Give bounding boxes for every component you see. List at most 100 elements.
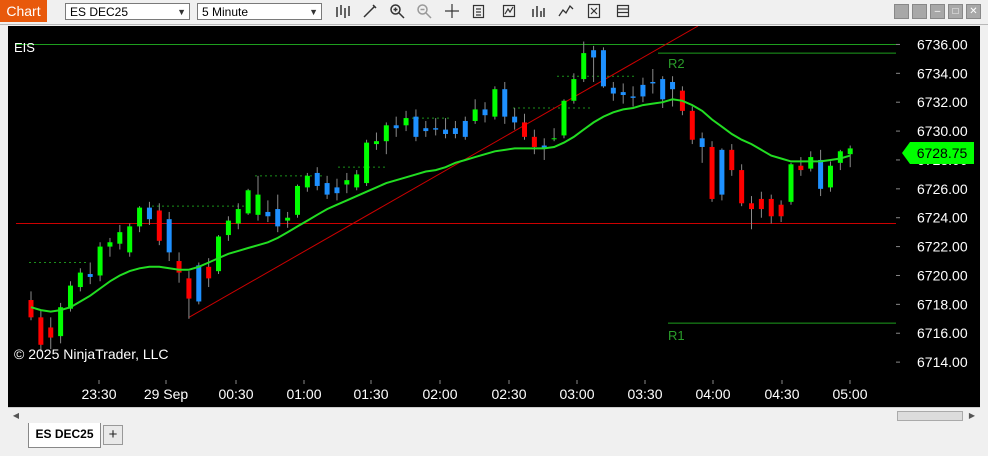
horizontal-scrollbar[interactable]: ◀ ▶ bbox=[8, 407, 980, 424]
instrument-tab-bar: ES DEC25 + bbox=[0, 423, 988, 456]
copyright-text: © 2025 NinjaTrader, LLC bbox=[14, 346, 169, 362]
x-tick-label: 23:30 bbox=[81, 386, 116, 402]
candle bbox=[48, 317, 54, 350]
y-tick-label: 6716.00 bbox=[917, 325, 968, 341]
data-box-icon[interactable] bbox=[470, 3, 488, 21]
candle bbox=[334, 178, 340, 201]
x-tick-label: 01:00 bbox=[286, 386, 321, 402]
candle bbox=[739, 164, 745, 207]
restore-icon[interactable] bbox=[912, 4, 927, 19]
candle bbox=[591, 45, 597, 82]
candle bbox=[324, 175, 330, 199]
candle bbox=[403, 110, 409, 132]
candle bbox=[77, 268, 83, 292]
strategies-icon[interactable] bbox=[529, 3, 547, 21]
candle bbox=[522, 113, 527, 140]
candle bbox=[512, 107, 518, 130]
candle bbox=[452, 120, 458, 139]
y-tick-label: 6732.00 bbox=[917, 94, 968, 110]
chevron-down-icon: ▼ bbox=[177, 7, 186, 17]
x-tick-label: 03:30 bbox=[627, 386, 662, 402]
title-bar: Chart ES DEC25 ▼ 5 Minute ▼ – □ ✕ bbox=[0, 0, 988, 25]
candle bbox=[393, 116, 399, 137]
candle bbox=[423, 120, 429, 137]
chart-panel[interactable]: R2R1 6736.006734.006732.006730.006728.00… bbox=[8, 26, 980, 407]
candle bbox=[117, 224, 123, 250]
candle bbox=[196, 262, 202, 305]
candle bbox=[758, 191, 764, 218]
candle bbox=[798, 157, 804, 176]
y-tick-label: 6722.00 bbox=[917, 239, 968, 255]
candle bbox=[186, 271, 192, 319]
maximize-icon[interactable]: □ bbox=[948, 4, 963, 19]
close-icon[interactable]: ✕ bbox=[966, 4, 981, 19]
candle bbox=[749, 196, 755, 230]
chevron-down-icon: ▼ bbox=[309, 7, 318, 17]
candle bbox=[600, 47, 606, 88]
bars-type-icon[interactable] bbox=[334, 3, 352, 21]
templates-icon[interactable] bbox=[614, 3, 632, 21]
scroll-left-icon[interactable]: ◀ bbox=[10, 410, 22, 422]
candle bbox=[225, 216, 231, 241]
candle bbox=[275, 194, 281, 233]
candle bbox=[107, 237, 113, 257]
price-chart[interactable]: R2R1 6736.006734.006732.006730.006728.00… bbox=[8, 26, 980, 407]
interval-selector[interactable]: 5 Minute ▼ bbox=[197, 3, 322, 20]
add-tab-button[interactable]: + bbox=[103, 425, 123, 445]
scroll-right-icon[interactable]: ▶ bbox=[966, 410, 978, 422]
candle bbox=[314, 167, 320, 191]
window-title[interactable]: Chart bbox=[0, 0, 47, 22]
candle bbox=[620, 83, 626, 104]
scrollbar-thumb[interactable] bbox=[897, 411, 963, 421]
candle bbox=[827, 161, 833, 192]
indicators-icon[interactable] bbox=[500, 3, 518, 21]
candle bbox=[87, 262, 93, 285]
candle bbox=[650, 68, 656, 94]
crosshair-icon[interactable] bbox=[443, 3, 461, 21]
candle bbox=[97, 242, 103, 282]
x-tick-label: 02:00 bbox=[422, 386, 457, 402]
x-tick-label: 04:00 bbox=[695, 386, 730, 402]
last-price-marker: 6728.75 bbox=[902, 142, 974, 164]
drawing-tools-icon[interactable] bbox=[557, 3, 575, 21]
candle bbox=[176, 252, 182, 283]
minimize-icon[interactable]: – bbox=[930, 4, 945, 19]
candle bbox=[670, 76, 676, 107]
y-tick-label: 6720.00 bbox=[917, 267, 968, 283]
y-tick-label: 6730.00 bbox=[917, 123, 968, 139]
candle bbox=[610, 81, 616, 101]
candle bbox=[729, 144, 735, 176]
x-tick-label: 05:00 bbox=[832, 386, 867, 402]
candle bbox=[383, 122, 389, 155]
candle bbox=[156, 203, 162, 246]
window-menu-icon[interactable] bbox=[894, 4, 909, 19]
candle bbox=[245, 188, 251, 215]
y-tick-label: 6724.00 bbox=[917, 210, 968, 226]
interval-selector-value: 5 Minute bbox=[202, 5, 249, 19]
properties-icon[interactable] bbox=[585, 3, 603, 21]
candle bbox=[255, 175, 261, 221]
candle bbox=[166, 211, 172, 262]
candle bbox=[818, 149, 824, 197]
candle bbox=[235, 203, 241, 230]
candle bbox=[472, 99, 478, 124]
candle bbox=[531, 129, 537, 155]
candle bbox=[28, 291, 34, 321]
candle bbox=[502, 81, 508, 124]
x-tick-label: 02:30 bbox=[491, 386, 526, 402]
candle bbox=[216, 235, 222, 275]
candle bbox=[137, 206, 143, 233]
candle bbox=[571, 73, 577, 104]
zoom-in-icon[interactable] bbox=[388, 3, 406, 21]
candle bbox=[581, 41, 587, 82]
y-tick-label: 6726.00 bbox=[917, 181, 968, 197]
tab-es-dec25[interactable]: ES DEC25 bbox=[28, 423, 101, 448]
candle bbox=[699, 132, 705, 163]
draw-tool-icon[interactable] bbox=[361, 3, 379, 21]
instrument-selector-value: ES DEC25 bbox=[70, 5, 129, 19]
moving-average-line bbox=[30, 98, 851, 313]
last-price-label: 6728.75 bbox=[917, 145, 968, 161]
zoom-out-icon[interactable] bbox=[415, 3, 433, 21]
candle bbox=[127, 223, 133, 257]
instrument-selector[interactable]: ES DEC25 ▼ bbox=[65, 3, 190, 20]
